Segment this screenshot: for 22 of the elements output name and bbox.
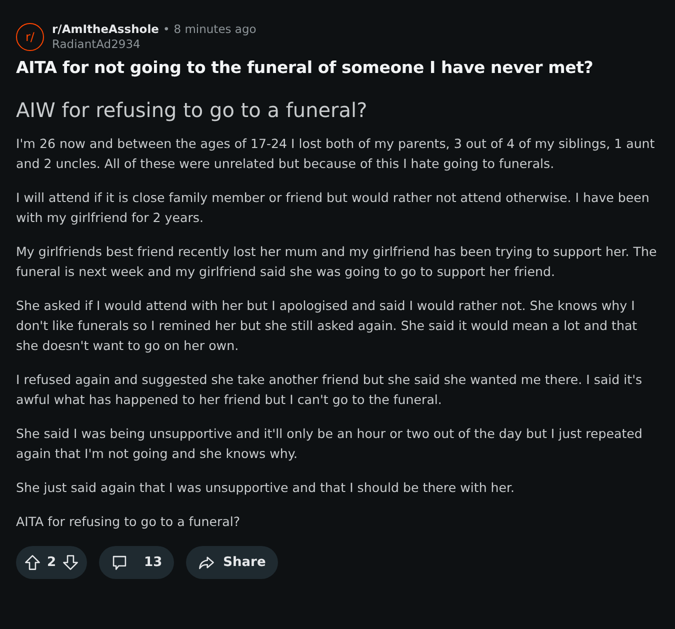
comment-icon xyxy=(111,554,128,571)
subreddit-avatar[interactable]: r/ xyxy=(16,22,44,50)
body-paragraph: I will attend if it is close family member or friend but would rather not attend otherwise. I have been with my girlfriend for 2 years. xyxy=(16,189,650,227)
body-paragraph: I'm 26 now and between the ages of 17-24 I lost both of my parents, 3 out of 4 of my siblings, 1 aunt and 2 uncles. All of these were unrelated but because of this I hate going to funerals. xyxy=(16,135,656,173)
body-paragraph: She said I was being unsupportive and it'll only be an hour or two out of the day but I just repeated again that I'm not going and she knows why. xyxy=(16,425,644,463)
vote-count: 2 xyxy=(47,555,56,570)
body-paragraph: I refused again and suggested she take another friend but she said she wanted me there. I said it's awful what has happened to her friend but I can't go to the funeral. xyxy=(16,371,644,409)
body-paragraph: AITA for refusing to go to a funeral? xyxy=(16,513,242,531)
comments-button[interactable]: 13 xyxy=(99,546,174,579)
body-paragraph: My girlfriends best friend recently lost her mum and my girlfriend has been trying to support her. The funeral is next week and my girlfriend said she was going to go to support her friend. xyxy=(16,243,658,281)
share-button[interactable]: Share xyxy=(186,546,278,579)
downvote-icon[interactable] xyxy=(62,554,80,571)
post-time: 8 minutes ago xyxy=(174,22,256,36)
author-link[interactable]: RadiantAd2934 xyxy=(52,37,256,51)
upvote-icon[interactable] xyxy=(24,554,41,571)
subreddit-link[interactable]: r/AmItheAsshole xyxy=(52,22,159,36)
share-icon xyxy=(198,554,216,571)
separator: • xyxy=(162,22,170,36)
body-heading: AIW for refusing to go to a funeral? xyxy=(16,98,368,122)
body-paragraph: She asked if I would attend with her but I apologised and said I would rather not. She knows why I don't like funerals so I remined her but she still asked again. She said it would mean a lot and that she doesn't want to go on her own. xyxy=(16,297,638,355)
body-paragraph: She just said again that I was unsupportive and that I should be there with her. xyxy=(16,479,516,497)
post-title: AITA for not going to the funeral of someone I have never met? xyxy=(16,58,594,77)
